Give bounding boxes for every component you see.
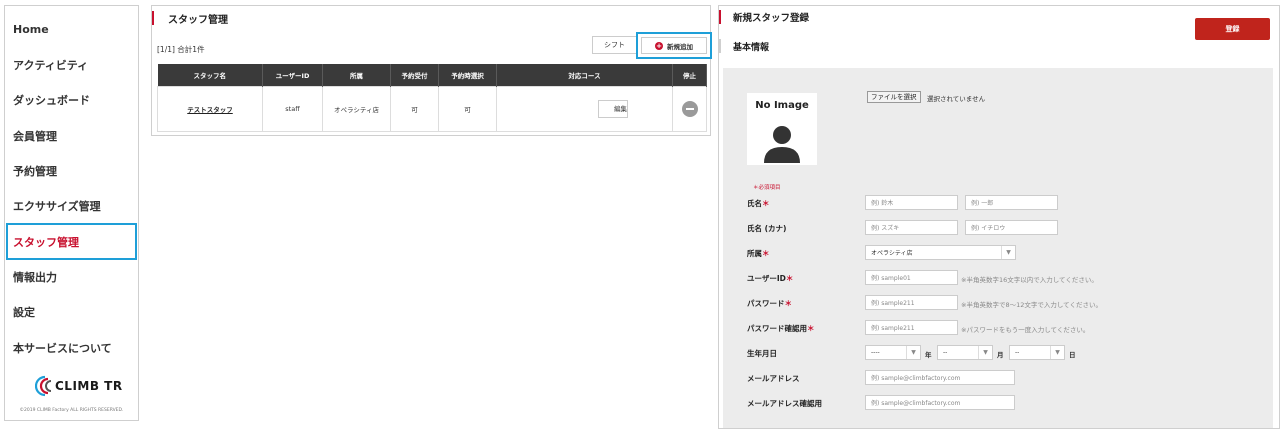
chevron-down-icon: ▼ [1001, 246, 1015, 259]
reservation-cell: 可 [390, 85, 439, 132]
column-header-stop: 停止 [672, 64, 707, 86]
staff-name-link[interactable]: テストスタッフ [187, 106, 233, 114]
sidebar-item-activity[interactable]: アクティビティ [5, 47, 138, 82]
sidebar-item-reservations[interactable]: 予約管理 [5, 153, 138, 188]
affiliation-cell: オペラシティ店 [322, 85, 391, 132]
password-confirm-input[interactable]: 例) sample211 [865, 320, 958, 335]
column-header-user-id: ユーザーID [262, 64, 323, 86]
column-header-affiliation: 所属 [322, 64, 391, 86]
section-basic-info: 基本情報 [719, 39, 769, 53]
sidebar-item-home[interactable]: Home [5, 12, 138, 47]
birthday-label: 生年月日 [747, 349, 777, 358]
courses-cell: 編集 [496, 85, 673, 132]
sidebar-item-exercises[interactable]: エクササイズ管理 [5, 188, 138, 223]
climb-logo-mark-icon [35, 375, 52, 397]
table-header-row: スタッフ名 ユーザーID 所属 予約受付 予約時選択 対応コース 停止 [157, 64, 707, 86]
file-status: 選択されていません [927, 95, 986, 103]
sidebar-item-about[interactable]: 本サービスについて [5, 330, 138, 365]
sidebar-item-dashboard[interactable]: ダッシュボード [5, 82, 138, 117]
add-staff-button[interactable]: + 新規追加 [641, 37, 707, 54]
last-name-kana-input[interactable]: 例) スズキ [865, 220, 958, 235]
first-name-input[interactable]: 例) 一郎 [965, 195, 1058, 210]
form-area: No Image ファイルを選択 選択されていません ＊必須項目 氏名＊ 例) … [723, 68, 1273, 428]
avatar-placeholder-icon [764, 126, 800, 163]
copyright: ©2019 CLIMB Factory ALL RIGHTS RESERVED. [19, 408, 124, 413]
email-confirm-label: メールアドレス確認用 [747, 399, 822, 408]
sidebar-item-settings[interactable]: 設定 [5, 294, 138, 329]
column-header-courses: 対応コース [496, 64, 673, 86]
password-confirm-hint: ※パスワードをもう一度入力してください。 [961, 326, 1090, 334]
password-hint: ※半角英数字で8～12文字で入力してください。 [961, 301, 1102, 309]
add-staff-label: 新規追加 [667, 42, 693, 51]
birth-day-select[interactable]: -- ▼ [1009, 345, 1065, 360]
sidebar-item-export[interactable]: 情報出力 [5, 259, 138, 294]
affiliation-value: オペラシティ店 [871, 250, 913, 257]
userid-label: ユーザーID＊ [747, 274, 794, 283]
form-title: 新規スタッフ登録 [719, 10, 809, 24]
sidebar: Home アクティビティ ダッシュボード 会員管理 予約管理 エクササイズ管理 … [4, 5, 139, 421]
user-id-cell: staff [262, 85, 323, 132]
password-label: パスワード＊ [747, 299, 792, 308]
birth-year-value: ---- [871, 349, 880, 356]
column-header-selectable: 予約時選択 [438, 64, 497, 86]
staff-name-cell: テストスタッフ [157, 85, 263, 132]
kana-label: 氏名 (カナ) [747, 224, 787, 233]
result-count: [1/1] 合計1件 [157, 45, 205, 54]
first-name-kana-input[interactable]: 例) イチロウ [965, 220, 1058, 235]
email-input[interactable]: 例) sample@climbfactory.com [865, 370, 1015, 385]
column-header-name: スタッフ名 [157, 64, 263, 86]
climb-logo: CLIMB TR [35, 374, 135, 398]
logo-text: CLIMB TR [55, 379, 123, 393]
profile-photo: No Image [747, 93, 817, 165]
table-row: テストスタッフ staff オペラシティ店 可 可 編集 [157, 85, 707, 132]
userid-hint: ※半角英数字16文字以内で入力してください。 [961, 276, 1098, 284]
shift-button[interactable]: シフト [592, 36, 637, 54]
birth-month-select[interactable]: -- ▼ [937, 345, 993, 360]
file-select-button[interactable]: ファイルを選択 [867, 91, 921, 103]
chevron-down-icon: ▼ [1050, 346, 1064, 359]
stop-toggle-icon[interactable] [681, 100, 698, 117]
birth-month-value: -- [943, 349, 948, 356]
password-confirm-label: パスワード確認用＊ [747, 324, 815, 333]
email-confirm-input[interactable]: 例) sample@climbfactory.com [865, 395, 1015, 410]
staff-table: スタッフ名 ユーザーID 所属 予約受付 予約時選択 対応コース 停止 テストス… [157, 64, 707, 132]
chevron-down-icon: ▼ [906, 346, 920, 359]
column-header-reservation: 予約受付 [390, 64, 439, 86]
chevron-down-icon: ▼ [978, 346, 992, 359]
day-unit: 日 [1069, 351, 1076, 359]
affiliation-label: 所属＊ [747, 249, 770, 258]
birth-day-value: -- [1015, 349, 1020, 356]
email-label: メールアドレス [747, 374, 800, 383]
userid-input[interactable]: 例) sample01 [865, 270, 958, 285]
stop-cell [672, 85, 707, 132]
last-name-input[interactable]: 例) 鈴木 [865, 195, 958, 210]
password-input[interactable]: 例) sample211 [865, 295, 958, 310]
register-button[interactable]: 登録 [1195, 18, 1270, 40]
sidebar-item-staff[interactable]: スタッフ管理 [6, 223, 137, 260]
affiliation-select[interactable]: オペラシティ店 ▼ [865, 245, 1016, 260]
selectable-cell: 可 [438, 85, 497, 132]
month-unit: 月 [997, 351, 1004, 359]
edit-button[interactable]: 編集 [598, 99, 628, 118]
name-label: 氏名＊ [747, 199, 770, 208]
required-note: ＊必須項目 [753, 185, 781, 191]
staff-list-panel: スタッフ管理 [1/1] 合計1件 シフト + 新規追加 スタッフ名 ユーザーI… [151, 5, 712, 136]
birth-year-select[interactable]: ---- ▼ [865, 345, 921, 360]
plus-icon: + [655, 41, 663, 50]
year-unit: 年 [925, 351, 932, 359]
page-title: スタッフ管理 [152, 11, 228, 26]
new-staff-form-panel: 新規スタッフ登録 登録 基本情報 No Image ファイルを選択 選択されてい… [718, 5, 1280, 429]
new-button-highlight: + 新規追加 [636, 32, 712, 59]
sidebar-item-members[interactable]: 会員管理 [5, 118, 138, 153]
